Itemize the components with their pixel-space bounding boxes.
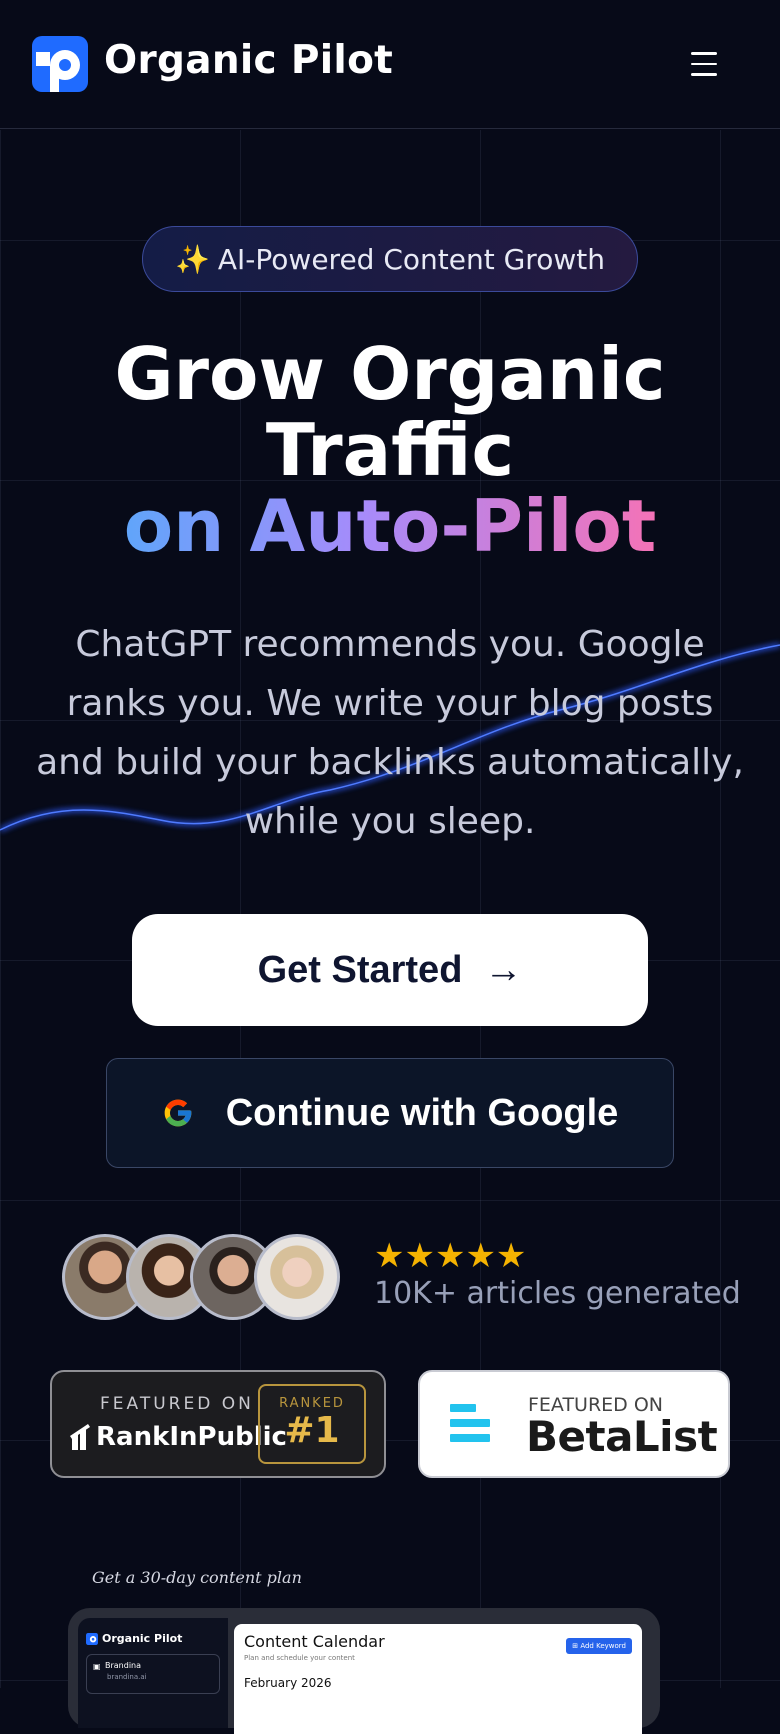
hero-title-line2: Traffic bbox=[265, 408, 515, 492]
add-keyword-button[interactable]: ⊞ Add Keyword bbox=[566, 1638, 632, 1654]
hamburger-menu-icon[interactable] bbox=[684, 46, 724, 82]
add-keyword-label: Add Keyword bbox=[580, 1642, 626, 1650]
google-icon bbox=[164, 1099, 192, 1127]
hero-subtitle: ChatGPT recommends you. Google ranks you… bbox=[36, 624, 744, 842]
ranked-label: RANKED bbox=[279, 1396, 345, 1411]
continue-with-google-button[interactable]: Continue with Google bbox=[106, 1058, 674, 1168]
rankinpublic-icon bbox=[70, 1424, 90, 1450]
arrow-right-icon: → bbox=[484, 948, 523, 991]
organic-pilot-logo[interactable] bbox=[32, 36, 88, 92]
sparkles-icon: ✨ bbox=[175, 242, 210, 276]
avatar-stack bbox=[62, 1234, 362, 1320]
rankinpublic-badge[interactable]: FEATURED ON RankInPublic RANKED #1 bbox=[50, 1370, 386, 1478]
workspace-icon: ▣ bbox=[93, 1662, 101, 1671]
hero-title: Grow Organic Traffic on Auto-Pilot bbox=[0, 336, 780, 564]
rankinpublic-logo: RankInPublic bbox=[70, 1422, 287, 1452]
rank-box: RANKED #1 bbox=[258, 1384, 366, 1464]
preview-sidebar: Organic Pilot ▣ Brandina brandina.ai bbox=[78, 1618, 228, 1728]
app-preview: Organic Pilot ▣ Brandina brandina.ai Con… bbox=[68, 1608, 660, 1734]
content-plan-note: Get a 30-day content plan bbox=[92, 1568, 302, 1587]
workspace-domain: brandina.ai bbox=[107, 1673, 147, 1681]
google-button-label: Continue with Google bbox=[225, 1091, 619, 1134]
hero-badge: ✨ AI-Powered Content Growth bbox=[142, 226, 638, 292]
workspace-switcher[interactable]: ▣ Brandina brandina.ai bbox=[86, 1654, 220, 1694]
avatar bbox=[254, 1234, 340, 1320]
workspace-name: Brandina bbox=[105, 1661, 142, 1670]
plus-icon: ⊞ bbox=[572, 1642, 579, 1650]
rating-stars-icon: ★★★★★ bbox=[374, 1236, 527, 1276]
betalist-name: BetaList bbox=[526, 1412, 718, 1461]
preview-brand-name: Organic Pilot bbox=[102, 1632, 183, 1645]
rankinpublic-featured-label: FEATURED ON bbox=[100, 1394, 254, 1414]
calendar-title: Content Calendar bbox=[244, 1632, 385, 1651]
hero-title-line1: Grow Organic bbox=[114, 332, 666, 416]
brand-name[interactable]: Organic Pilot bbox=[104, 38, 393, 83]
articles-count: 10K+ articles generated bbox=[374, 1276, 741, 1311]
betalist-icon bbox=[450, 1404, 490, 1449]
calendar-subtitle: Plan and schedule your content bbox=[244, 1654, 355, 1662]
rank-number: #1 bbox=[284, 1410, 340, 1451]
betalist-badge[interactable]: FEATURED ON BetaList bbox=[418, 1370, 730, 1478]
get-started-label: Get Started bbox=[257, 948, 463, 991]
hero-badge-text: AI-Powered Content Growth bbox=[217, 242, 605, 276]
hero-title-highlight: on Auto-Pilot bbox=[123, 484, 657, 568]
organic-pilot-logo bbox=[86, 1632, 98, 1645]
get-started-button[interactable]: Get Started → bbox=[132, 914, 648, 1026]
preview-brand: Organic Pilot bbox=[86, 1632, 182, 1645]
preview-main: Content Calendar Plan and schedule your … bbox=[234, 1624, 642, 1734]
top-nav: Organic Pilot bbox=[0, 0, 780, 129]
